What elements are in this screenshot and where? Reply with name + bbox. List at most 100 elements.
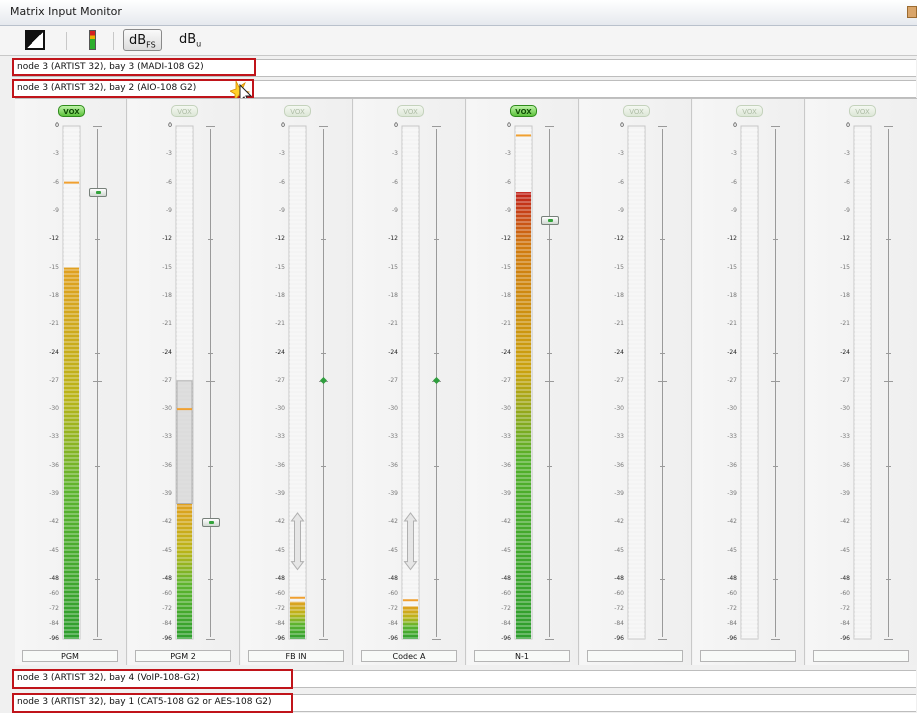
fader-tick (95, 465, 100, 467)
fader-track[interactable] (888, 129, 889, 637)
fader-tick (93, 126, 102, 127)
bay-header-1[interactable]: node 3 (ARTIST 32), bay 1 (CAT5-108 G2 o… (12, 694, 916, 712)
bay-label: node 3 (ARTIST 32), bay 1 (CAT5-108 G2 o… (17, 697, 272, 707)
fader-tick (884, 639, 893, 640)
bay-label: node 3 (ARTIST 32), bay 3 (MADI-108 G2) (17, 62, 204, 72)
fader-tick (658, 380, 667, 382)
level-meter (288, 125, 307, 640)
fader-tick (434, 579, 439, 580)
dbfs-sub: FS (146, 40, 156, 50)
level-meter (401, 125, 420, 640)
fader-handle[interactable] (541, 216, 559, 226)
fader-tick (660, 239, 665, 241)
fader-tick (545, 639, 554, 640)
fader-tick (434, 465, 439, 467)
channel-name-label[interactable] (813, 650, 909, 662)
fader-tick (208, 352, 213, 354)
channel-name-label[interactable] (587, 650, 683, 662)
channel-name-label[interactable]: PGM (22, 650, 118, 662)
channel-name-label[interactable]: PGM 2 (135, 650, 231, 662)
fader-tick (658, 639, 667, 640)
level-meter (853, 125, 872, 640)
fader-tick (545, 380, 554, 382)
fader-tick (886, 239, 891, 241)
fader-tick (773, 239, 778, 241)
level-meter-icon[interactable] (89, 30, 96, 50)
window-titlebar: Matrix Input Monitor (0, 0, 917, 26)
channel-strip: VOX 0 -3 -6 -9 -12 -15 -18 -21 -24 -27 -30 -33 -36 -39… (354, 99, 466, 665)
channel-name-label[interactable]: Codec A (361, 650, 457, 662)
fader-tick (547, 465, 552, 467)
fader-track[interactable] (97, 129, 98, 637)
dbu-button[interactable]: dBu (174, 29, 206, 51)
fader-track[interactable] (775, 129, 776, 637)
level-meter (740, 125, 759, 640)
channel-name-label[interactable]: N-1 (474, 650, 570, 662)
bay-label: node 3 (ARTIST 32), bay 2 (AIO-108 G2) (17, 83, 197, 93)
window-menu-icon[interactable] (907, 6, 917, 18)
fader-tick (321, 352, 326, 354)
fader-tick (547, 579, 552, 580)
fader-tick (95, 239, 100, 241)
fader-tick (434, 239, 439, 241)
fader-tick (660, 465, 665, 467)
fader-tick (547, 352, 552, 354)
toolbar: dBFS dBu (0, 26, 917, 56)
fader-track[interactable] (210, 129, 211, 637)
level-meter (627, 125, 646, 640)
fader-tick (886, 352, 891, 354)
fader-tick (884, 126, 893, 127)
fader-tick (206, 126, 215, 127)
channel-strip: VOX 0 -3 -6 -9 -12 -15 -18 -21 -24 -27 -30 -33 -36 -39… (15, 99, 127, 665)
channel-strip: VOX 0 -3 -6 -9 -12 -15 -18 -21 -24 -27 -30 -33 -36 -39… (128, 99, 240, 665)
fader-tick (319, 126, 328, 127)
fader-tick (208, 465, 213, 467)
bay-header-4[interactable]: node 3 (ARTIST 32), bay 4 (VoIP-108-G2) (12, 670, 916, 688)
fader-tick (321, 465, 326, 467)
dbu-label: dB (179, 32, 197, 47)
channel-strip: VOX 0 -3 -6 -9 -12 -15 -18 -21 -24 -27 -30 -33 -36 -39… (693, 99, 805, 665)
fader-track[interactable] (662, 129, 663, 637)
channel-name-label[interactable] (700, 650, 796, 662)
fader-tick (206, 380, 215, 382)
bay-label: node 3 (ARTIST 32), bay 4 (VoIP-108-G2) (17, 673, 200, 683)
level-meter (175, 125, 194, 640)
fader-tick (93, 380, 102, 382)
fader-tick (773, 579, 778, 580)
fader-track[interactable] (549, 129, 550, 637)
fader-tick (208, 239, 213, 241)
channel-strip: VOX 0 -3 -6 -9 -12 -15 -18 -21 -24 -27 -30 -33 -36 -39… (241, 99, 353, 665)
fader-tick (319, 639, 328, 640)
channel-strip: VOX 0 -3 -6 -9 -12 -15 -18 -21 -24 -27 -30 -33 -36 -39… (580, 99, 692, 665)
fader-tick (884, 380, 893, 382)
window-title: Matrix Input Monitor (10, 5, 122, 18)
bay-header-3[interactable]: node 3 (ARTIST 32), bay 3 (MADI-108 G2) (12, 59, 916, 77)
fader-tick (773, 465, 778, 467)
fader-handle[interactable] (202, 518, 220, 528)
fader-tick (321, 239, 326, 241)
fader-tick (658, 126, 667, 127)
fader-tick (773, 352, 778, 354)
channel-name-label[interactable]: FB IN (248, 650, 344, 662)
contrast-icon[interactable] (25, 30, 45, 50)
fader-tick (660, 352, 665, 354)
fader-tick (95, 352, 100, 354)
bay-header-2[interactable]: node 3 (ARTIST 32), bay 2 (AIO-108 G2) (12, 80, 916, 98)
level-meter (514, 125, 533, 640)
level-meter (62, 125, 81, 640)
channel-strip: VOX 0 -3 -6 -9 -12 -15 -18 -21 -24 -27 -30 -33 -36 -39… (467, 99, 579, 665)
fader-tick (95, 579, 100, 580)
dbfs-label: dB (129, 33, 147, 48)
fader-tick (432, 639, 441, 640)
fader-tick (771, 380, 780, 382)
fader-tick (886, 465, 891, 467)
toolbar-separator (66, 32, 67, 50)
fader-tick (321, 579, 326, 580)
fader-tick (547, 239, 552, 241)
fader-tick (660, 579, 665, 580)
fader-tick (208, 579, 213, 580)
fader-tick (771, 126, 780, 127)
fader-tick (206, 639, 215, 640)
dbfs-button[interactable]: dBFS (123, 29, 162, 51)
fader-handle[interactable] (89, 188, 107, 198)
